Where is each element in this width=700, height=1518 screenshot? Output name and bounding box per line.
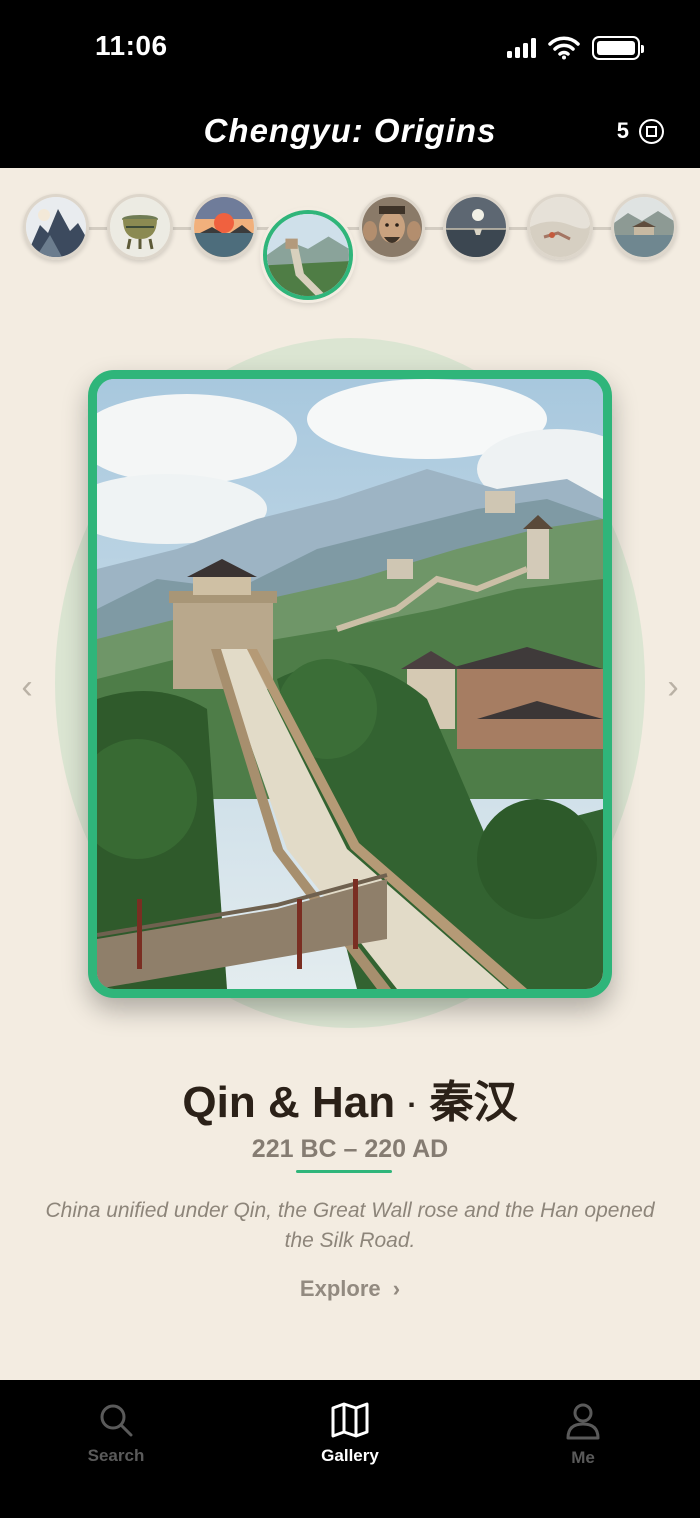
app-title: Chengyu: Origins (203, 112, 497, 149)
tab-gallery[interactable]: Gallery (280, 1402, 420, 1466)
dates-underline (296, 1170, 392, 1173)
era-thumb-emperor[interactable] (359, 194, 425, 260)
tab-search-label: Search (87, 1446, 145, 1465)
explore-button[interactable]: Explore › (0, 1276, 700, 1302)
top-bar: 11:06 Chengyu: Origins 5 (0, 0, 700, 168)
era-title-separator: · (407, 1088, 418, 1122)
system-icons (507, 36, 644, 60)
era-thumb-great-wall[interactable] (263, 210, 353, 300)
era-title-en: Qin & Han (182, 1078, 396, 1127)
tab-me-label: Me (571, 1448, 595, 1467)
great-wall-illustration (97, 379, 603, 989)
status-time: 11:06 (95, 30, 168, 61)
previous-era-chevron-left-icon[interactable]: ‹ (12, 668, 42, 707)
bottom-nav: Search Gallery Me (0, 1380, 700, 1518)
next-era-chevron-right-icon[interactable]: › (658, 668, 688, 707)
signal-icon (507, 38, 536, 58)
battery-icon (592, 36, 644, 60)
era-dates: 221 BC – 220 AD (251, 1135, 449, 1163)
era-thumb-misty-landscape[interactable] (527, 194, 593, 260)
wifi-icon (548, 36, 580, 60)
era-thumb-river-village[interactable] (611, 194, 677, 260)
era-thumb-sunset-scene[interactable] (191, 194, 257, 260)
user-icon (566, 1403, 600, 1440)
tab-me[interactable]: Me (513, 1402, 653, 1468)
explore-label: Explore (299, 1276, 381, 1301)
era-description: China unified under Qin, the Great Wall … (45, 1199, 655, 1252)
tab-search[interactable]: Search (46, 1402, 186, 1466)
tab-gallery-label: Gallery (321, 1446, 379, 1465)
era-thumb-mountain[interactable] (23, 194, 89, 260)
era-thumb-moon-lake[interactable] (443, 194, 509, 260)
era-thumb-bronze-vessel[interactable] (107, 194, 173, 260)
map-icon (331, 1402, 369, 1438)
era-title-cn: 秦汉 (429, 1077, 518, 1128)
coin-count: 5 (616, 118, 629, 143)
era-timeline (0, 168, 700, 308)
coin-icon (639, 118, 664, 144)
search-icon (100, 1404, 133, 1437)
chevron-right-icon: › (392, 1276, 401, 1301)
coin-counter[interactable]: 5 (617, 118, 664, 144)
era-title: Qin & Han · 秦汉 (0, 1066, 700, 1130)
era-artwork-card[interactable] (88, 370, 612, 998)
